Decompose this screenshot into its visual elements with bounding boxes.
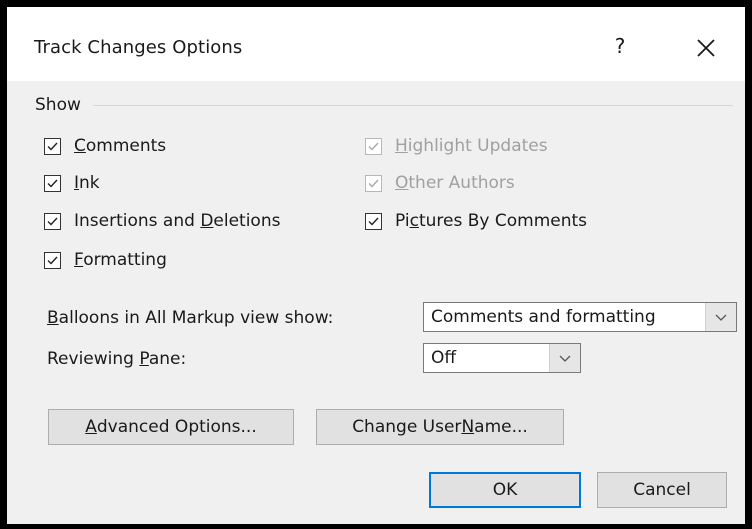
other-authors-label: Other Authors xyxy=(395,173,515,193)
reviewing-pane-select-value: Off xyxy=(431,348,457,368)
checkbox-box xyxy=(365,137,382,155)
pictures-by-comments-label: Pictures By Comments xyxy=(395,211,588,231)
ink-label: Ink xyxy=(74,173,100,193)
change-user-name-button[interactable]: Change User Name... xyxy=(316,409,564,445)
show-group-label: Show xyxy=(35,95,81,115)
help-button[interactable]: ? xyxy=(608,34,632,58)
ink-checkbox[interactable]: Ink xyxy=(44,170,100,196)
track-changes-dialog: Track Changes Options ? Show Comments In… xyxy=(5,5,745,524)
formatting-checkbox[interactable]: Formatting xyxy=(44,247,167,273)
comments-label: Comments xyxy=(74,136,167,156)
checkmark-icon xyxy=(368,142,379,151)
checkbox-box xyxy=(44,251,61,269)
checkmark-icon xyxy=(47,217,58,226)
formatting-label: Formatting xyxy=(74,250,167,270)
checkmark-icon xyxy=(368,179,379,188)
close-button[interactable] xyxy=(693,35,719,61)
balloons-dropdown-button[interactable] xyxy=(705,303,736,331)
chevron-down-icon xyxy=(559,355,571,362)
checkbox-box xyxy=(365,174,382,192)
title-bar: Track Changes Options ? xyxy=(7,7,745,81)
checkmark-icon xyxy=(368,217,379,226)
ok-button[interactable]: OK xyxy=(429,472,581,508)
checkbox-box xyxy=(44,174,61,192)
cancel-button[interactable]: Cancel xyxy=(597,472,727,508)
comments-checkbox[interactable]: Comments xyxy=(44,133,166,159)
checkmark-icon xyxy=(47,256,58,265)
dialog-title: Track Changes Options xyxy=(34,37,243,58)
reviewing-pane-label: Reviewing Pane: xyxy=(47,349,187,369)
chevron-down-icon xyxy=(715,314,727,321)
checkmark-icon xyxy=(47,179,58,188)
close-icon xyxy=(697,39,715,57)
balloons-select[interactable]: Comments and formatting xyxy=(423,302,737,332)
group-divider xyxy=(93,105,733,106)
checkbox-box xyxy=(44,212,61,230)
highlight-updates-checkbox[interactable]: Highlight Updates xyxy=(365,133,548,159)
highlight-updates-label: Highlight Updates xyxy=(395,136,548,156)
reviewing-pane-dropdown-button[interactable] xyxy=(549,344,580,372)
advanced-options-button[interactable]: Advanced Options... xyxy=(48,409,294,445)
reviewing-pane-select[interactable]: Off xyxy=(423,343,581,373)
balloons-select-value: Comments and formatting xyxy=(431,307,656,327)
pictures-by-comments-checkbox[interactable]: Pictures By Comments xyxy=(365,208,587,234)
insertions-deletions-label: Insertions and Deletions xyxy=(74,211,281,231)
other-authors-checkbox[interactable]: Other Authors xyxy=(365,170,515,196)
insertions-deletions-checkbox[interactable]: Insertions and Deletions xyxy=(44,208,280,234)
checkbox-box xyxy=(44,137,61,155)
checkbox-box xyxy=(365,212,382,230)
checkmark-icon xyxy=(47,142,58,151)
balloons-label: Balloons in All Markup view show: xyxy=(47,308,334,328)
